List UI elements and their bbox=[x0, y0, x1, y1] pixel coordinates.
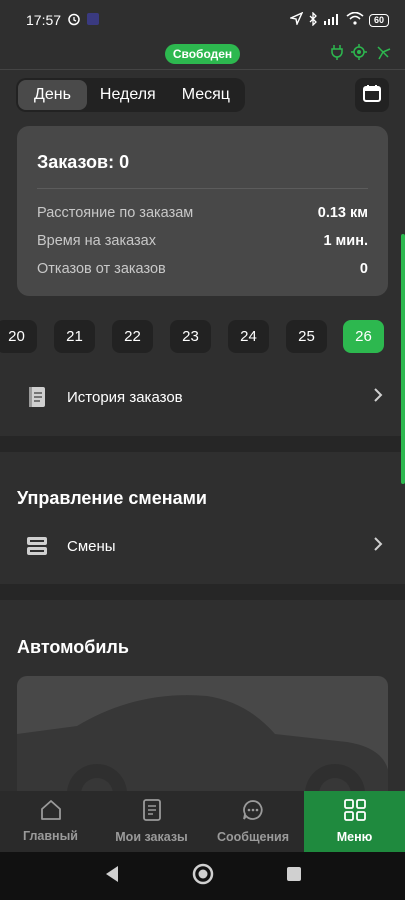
nav-label: Главный bbox=[23, 829, 78, 843]
date-chip-selected[interactable]: 26 bbox=[343, 320, 384, 353]
shifts-row[interactable]: Смены bbox=[0, 524, 405, 568]
chevron-right-icon bbox=[373, 387, 383, 407]
scroll-indicator[interactable] bbox=[401, 234, 405, 484]
stat-label: Расстояние по заказам bbox=[37, 205, 194, 221]
grid-icon bbox=[343, 799, 366, 824]
date-selector: 20 21 22 23 24 25 26 bbox=[0, 320, 405, 353]
orders-stats-card: Заказов: 0 Расстояние по заказам 0.13 км… bbox=[17, 126, 388, 296]
stat-label: Время на заказах bbox=[37, 233, 156, 249]
system-navigation-bar bbox=[0, 852, 405, 900]
date-chip[interactable]: 25 bbox=[286, 320, 327, 353]
stat-value: 0.13 км bbox=[317, 205, 368, 221]
car-card[interactable] bbox=[17, 676, 388, 806]
shifts-section-title: Управление сменами bbox=[17, 488, 207, 508]
driver-status-badge[interactable]: Свободен bbox=[164, 44, 241, 64]
nav-label: Меню bbox=[336, 830, 373, 844]
nav-messages[interactable]: Сообщения bbox=[202, 791, 304, 852]
section-separator bbox=[0, 584, 405, 600]
calendar-icon bbox=[363, 84, 381, 107]
chevron-right-icon bbox=[373, 536, 383, 556]
car-section-title: Автомобиль bbox=[17, 637, 129, 657]
orders-count-title: Заказов: 0 bbox=[37, 152, 130, 172]
server-icon bbox=[26, 534, 48, 558]
section-separator bbox=[0, 436, 405, 452]
order-history-row[interactable]: История заказов bbox=[0, 375, 405, 419]
period-tabs: День Неделя Месяц bbox=[16, 78, 245, 112]
nav-home[interactable]: Главный bbox=[0, 791, 101, 852]
bottom-navigation: Главный Мои заказы Сообщения Меню bbox=[0, 791, 405, 852]
orders-document-icon bbox=[142, 799, 161, 824]
stat-row-distance: Расстояние по заказам 0.13 км bbox=[37, 199, 368, 227]
tab-week[interactable]: Неделя bbox=[87, 80, 169, 110]
tab-month[interactable]: Месяц bbox=[169, 80, 243, 110]
clock: 17:57 bbox=[26, 12, 62, 28]
date-chip[interactable]: 22 bbox=[112, 320, 153, 353]
stats-divider bbox=[37, 188, 368, 189]
stat-row-time: Время на заказах 1 мин. bbox=[37, 227, 368, 255]
nav-label: Сообщения bbox=[216, 830, 290, 844]
stat-value: 0 bbox=[359, 261, 368, 277]
date-chip[interactable]: 23 bbox=[170, 320, 211, 353]
antenna-icon bbox=[375, 44, 391, 65]
system-status-bar: 17:57 60 bbox=[0, 0, 405, 40]
nav-label: Мои заказы bbox=[115, 830, 188, 844]
connection-icons bbox=[331, 44, 391, 65]
nav-my-orders[interactable]: Мои заказы bbox=[101, 791, 202, 852]
bluetooth-icon bbox=[308, 10, 318, 29]
stat-row-declines: Отказов от заказов 0 bbox=[37, 255, 368, 283]
app-notification-icon bbox=[87, 12, 100, 28]
wifi-icon bbox=[346, 11, 364, 28]
date-chip[interactable]: 20 bbox=[0, 320, 37, 353]
alarm-icon bbox=[67, 12, 81, 29]
gps-target-icon bbox=[351, 44, 367, 65]
signal-icon bbox=[323, 12, 341, 28]
shifts-label: Смены bbox=[67, 537, 116, 555]
plug-icon bbox=[331, 44, 343, 65]
battery-indicator: 60 bbox=[368, 13, 389, 27]
recents-icon[interactable] bbox=[286, 866, 302, 887]
home-icon bbox=[40, 800, 62, 823]
order-history-label: История заказов bbox=[67, 388, 183, 406]
home-circle-icon[interactable] bbox=[192, 863, 214, 890]
driver-status-bar: Свободен bbox=[0, 40, 405, 68]
back-icon[interactable] bbox=[104, 865, 120, 888]
date-chip[interactable]: 24 bbox=[228, 320, 269, 353]
tab-day[interactable]: День bbox=[18, 80, 87, 110]
location-arrow-icon bbox=[288, 11, 304, 28]
document-icon bbox=[26, 385, 48, 409]
stat-value: 1 мин. bbox=[323, 233, 368, 249]
chat-bubble-icon bbox=[242, 799, 264, 824]
date-chip[interactable]: 21 bbox=[54, 320, 95, 353]
calendar-button[interactable] bbox=[355, 78, 389, 112]
nav-menu[interactable]: Меню bbox=[304, 791, 405, 852]
header-divider bbox=[0, 69, 405, 70]
stat-label: Отказов от заказов bbox=[37, 261, 166, 277]
